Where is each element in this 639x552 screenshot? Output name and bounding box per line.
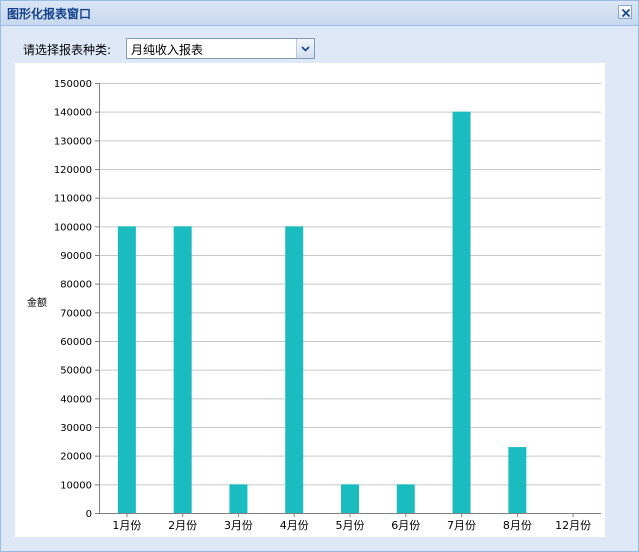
- y-tick-label: 90000: [60, 251, 92, 262]
- y-tick-label: 120000: [54, 165, 92, 176]
- close-button[interactable]: [618, 5, 632, 19]
- close-icon: [621, 8, 631, 18]
- y-tick-label: 150000: [54, 79, 92, 90]
- x-tick-label: 4月份: [280, 519, 309, 532]
- bar: [508, 447, 527, 513]
- y-tick-label: 30000: [60, 423, 92, 434]
- x-tick-label: 7月份: [447, 519, 476, 532]
- x-tick-label: 6月份: [391, 519, 420, 532]
- report-type-value: 月纯收入报表: [131, 43, 204, 57]
- y-tick-label: 20000: [60, 452, 92, 463]
- chevron-down-icon: [301, 46, 310, 52]
- y-tick-label: 40000: [60, 394, 92, 405]
- x-tick-label: 5月份: [336, 519, 365, 532]
- window-title: 图形化报表窗口: [7, 7, 92, 21]
- y-tick-label: 140000: [54, 108, 92, 119]
- y-tick-label: 110000: [54, 194, 92, 205]
- y-tick-label: 130000: [54, 136, 92, 147]
- chart-window: 图形化报表窗口 请选择报表种类: 月纯收入报表 金额 0 10000 20000 30…: [0, 0, 639, 552]
- y-tick-label: 0: [86, 509, 92, 520]
- y-tick-label: 50000: [60, 366, 92, 377]
- bar: [229, 484, 248, 513]
- bar: [173, 226, 192, 514]
- report-type-select[interactable]: 月纯收入报表: [126, 38, 315, 59]
- bar-chart: 0 10000 20000 30000 40000 50000 60000 70000 8000…: [54, 79, 601, 532]
- x-tick-label: 12月份: [555, 519, 591, 532]
- x-tick-label: 1月份: [112, 519, 141, 532]
- x-tick-label: 8月份: [503, 519, 532, 532]
- window-titlebar[interactable]: 图形化报表窗口: [1, 1, 638, 26]
- bar: [285, 226, 304, 514]
- report-type-dropdown-button[interactable]: [296, 39, 314, 58]
- report-type-label: 请选择报表种类:: [23, 43, 112, 57]
- y-tick-label: 10000: [60, 480, 92, 491]
- chart-panel: 金额 0 10000 20000 30000 40000 50000 60000 70000 8…: [15, 63, 605, 537]
- y-tick-label: 70000: [60, 308, 92, 319]
- bar: [452, 111, 471, 513]
- bar: [341, 484, 359, 513]
- x-tick-label: 3月份: [224, 519, 253, 532]
- y-tick-label: 100000: [54, 222, 92, 233]
- bar: [117, 226, 136, 514]
- x-tick-label: 2月份: [168, 519, 197, 532]
- y-tick-label: 60000: [60, 337, 92, 348]
- y-tick-label: 80000: [60, 280, 92, 291]
- bar: [396, 484, 415, 513]
